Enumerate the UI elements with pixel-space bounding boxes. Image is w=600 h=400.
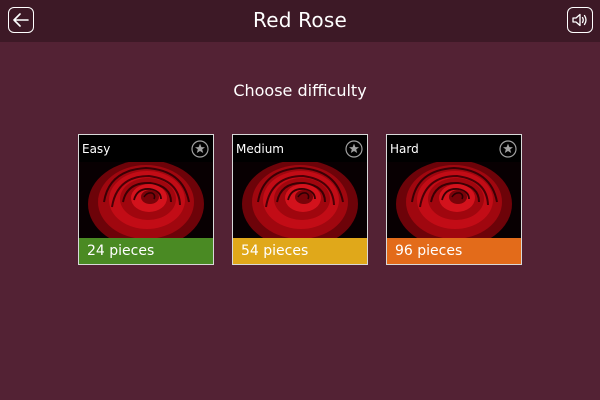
pieces-count: 96 pieces xyxy=(395,243,463,259)
difficulty-label: Medium xyxy=(236,142,284,156)
difficulty-card-medium[interactable]: Medium 54 pieces xyxy=(232,134,368,265)
rose-image xyxy=(387,162,521,238)
pieces-footer: 96 pieces xyxy=(387,238,521,264)
sound-button[interactable] xyxy=(567,7,593,33)
speaker-icon xyxy=(572,13,587,27)
star-icon xyxy=(191,140,209,158)
star-icon xyxy=(499,140,517,158)
card-header: Easy xyxy=(79,135,213,162)
top-bar: Red Rose xyxy=(0,0,600,42)
pieces-footer: 24 pieces xyxy=(79,238,213,264)
pieces-count: 54 pieces xyxy=(241,243,309,259)
pieces-footer: 54 pieces xyxy=(233,238,367,264)
star-icon xyxy=(345,140,363,158)
rose-image xyxy=(79,162,213,238)
choose-difficulty-heading: Choose difficulty xyxy=(233,81,367,100)
card-header: Hard xyxy=(387,135,521,162)
difficulty-card-hard[interactable]: Hard 96 pieces xyxy=(386,134,522,265)
difficulty-card-easy[interactable]: Easy 24 pieces xyxy=(78,134,214,265)
difficulty-label: Hard xyxy=(390,142,419,156)
difficulty-label: Easy xyxy=(82,142,111,156)
pieces-count: 24 pieces xyxy=(87,243,155,259)
rose-image xyxy=(233,162,367,238)
page-title: Red Rose xyxy=(253,8,347,32)
card-header: Medium xyxy=(233,135,367,162)
